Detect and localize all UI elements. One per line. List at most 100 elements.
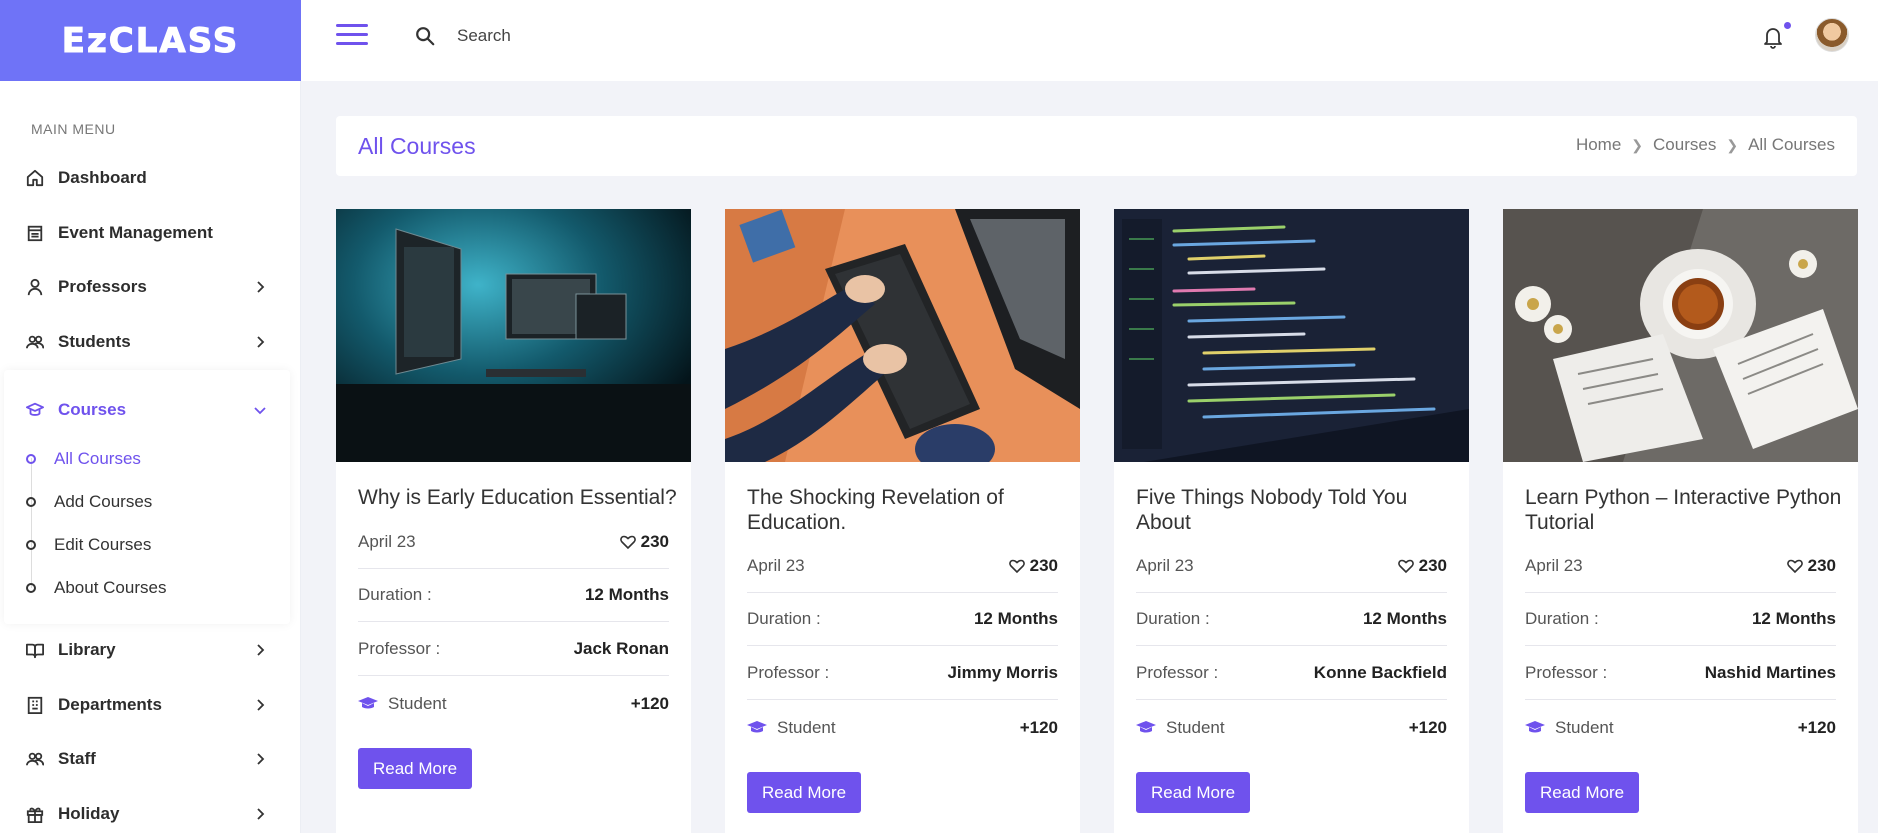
sidebar-item-label: Courses [58,400,127,419]
submenu-label: All Courses [54,449,141,468]
chevron-right-icon [257,753,265,765]
duration-value: 12 Months [1362,609,1447,628]
likes[interactable]: 230 [1397,556,1447,576]
sidebar-item-event-management[interactable]: Event Management [0,213,300,253]
course-card: Learn Python – Interactive Python Tutori… [1503,209,1858,833]
chevron-right-icon [257,699,265,711]
bullet-icon [26,454,36,464]
sidebar-item-departments[interactable]: Departments [0,685,300,725]
likes-count: 230 [640,532,669,551]
building-icon [27,696,43,714]
course-title[interactable]: Five Things Nobody Told You About [1136,485,1456,535]
likes[interactable]: 230 [1786,556,1836,576]
student-label: Student [1555,717,1614,737]
read-more-button[interactable]: Read More [747,772,862,813]
graduation-cap-icon [1525,720,1545,732]
sidebar-item-students[interactable]: Students [0,322,300,362]
heart-icon [1786,559,1803,574]
course-card: The Shocking Revelation of Education. Ap… [725,209,1080,833]
read-more-button[interactable]: Read More [1525,772,1640,813]
student-count: +120 [1797,717,1836,737]
duration-label: Duration : [1136,609,1210,628]
home-icon [26,169,44,187]
likes[interactable]: 230 [619,532,669,552]
sidebar-item-holiday[interactable]: Holiday [0,794,300,833]
breadcrumb-home[interactable]: Home [1576,135,1621,155]
menu-title: MAIN MENU [31,121,116,137]
professor-label: Professor : [358,639,441,658]
read-more-button[interactable]: Read More [1136,772,1251,813]
professor-label: Professor : [1136,663,1219,682]
likes[interactable]: 230 [1008,556,1058,576]
likes-count: 230 [1418,556,1447,575]
users-icon [26,335,44,349]
course-title[interactable]: Why is Early Education Essential? [358,485,678,510]
student-label: Student [388,693,447,713]
notification-bell-icon[interactable] [1761,24,1785,50]
course-meta-row: April 23 230 [1525,540,1836,593]
duration-row: Duration : 12 Months [747,593,1058,646]
student-count: +120 [1019,717,1058,737]
duration-label: Duration : [747,609,821,628]
professor-row: Professor : Jimmy Morris [747,647,1058,700]
submenu-item-all-courses[interactable]: All Courses [0,445,280,473]
bullet-icon [26,497,36,507]
course-title[interactable]: Learn Python – Interactive Python Tutori… [1525,485,1845,535]
heart-icon [1008,559,1025,574]
duration-value: 12 Months [973,609,1058,628]
student-label: Student [777,717,836,737]
gift-icon [26,807,44,823]
course-title[interactable]: The Shocking Revelation of Education. [747,485,1067,535]
breadcrumb: Home ❯ Courses ❯ All Courses [1576,135,1835,155]
duration-value: 12 Months [584,585,669,604]
course-date: April 23 [1136,556,1194,575]
sidebar: MAIN MENU Dashboard Event Management Pro… [0,81,301,833]
chevron-right-icon: ❯ [1726,136,1739,153]
course-card: Five Things Nobody Told You About April … [1114,209,1469,833]
course-date: April 23 [747,556,805,575]
likes-count: 230 [1029,556,1058,575]
duration-row: Duration : 12 Months [358,569,669,622]
submenu-item-about-courses[interactable]: About Courses [0,574,280,602]
duration-row: Duration : 12 Months [1136,593,1447,646]
brand-logo[interactable]: EzCLASS [0,0,301,81]
sidebar-item-professors[interactable]: Professors [0,267,300,307]
sidebar-item-courses[interactable]: Courses [0,390,300,430]
breadcrumb-courses[interactable]: Courses [1653,135,1716,155]
sidebar-item-label: Staff [58,749,96,768]
sidebar-item-dashboard[interactable]: Dashboard [0,158,300,198]
user-icon [27,278,43,296]
course-card: Why is Early Education Essential? April … [336,209,691,833]
submenu-item-add-courses[interactable]: Add Courses [0,488,280,516]
duration-label: Duration : [1525,609,1599,628]
chevron-right-icon: ❯ [1631,136,1644,153]
course-meta-row: April 23 230 [358,516,669,569]
professor-name: Nashid Martines [1704,663,1836,682]
sidebar-item-label: Professors [58,277,147,296]
graduation-cap-icon [1136,720,1156,732]
menu-toggle-icon[interactable] [336,24,368,48]
notification-dot [1784,22,1791,29]
student-label: Student [1166,717,1225,737]
submenu-label: About Courses [54,578,167,597]
search-icon[interactable] [414,25,436,47]
breadcrumb-current: All Courses [1748,135,1835,154]
sidebar-item-label: Library [58,640,116,659]
submenu-item-edit-courses[interactable]: Edit Courses [0,531,280,559]
professor-label: Professor : [1525,663,1608,682]
user-avatar[interactable] [1815,18,1849,52]
search-input[interactable] [457,22,757,50]
sidebar-item-staff[interactable]: Staff [0,739,300,779]
graduation-cap-icon [747,720,767,732]
student-row: Student +120 [358,677,669,730]
sidebar-item-label: Departments [58,695,162,714]
professor-row: Professor : Jack Ronan [358,623,669,676]
chevron-right-icon [257,644,265,656]
bullet-icon [26,540,36,550]
professor-row: Professor : Konne Backfield [1136,647,1447,700]
calendar-icon [27,225,43,242]
sidebar-item-library[interactable]: Library [0,630,300,670]
read-more-button[interactable]: Read More [358,748,473,789]
heart-icon [619,535,636,550]
professor-name: Jimmy Morris [947,663,1058,682]
